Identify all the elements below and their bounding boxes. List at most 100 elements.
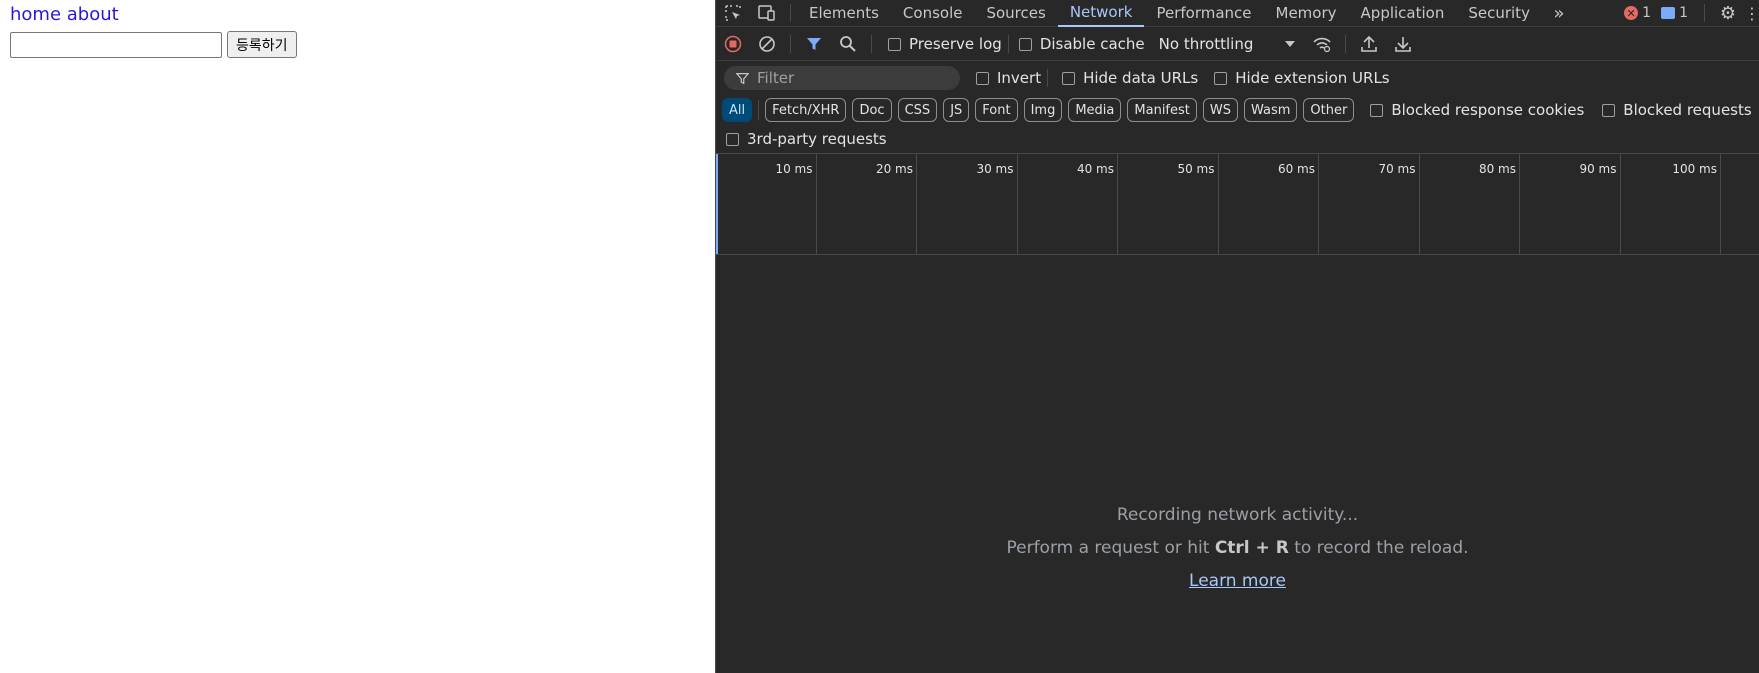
blocked-cookies-checkbox[interactable]: Blocked response cookies	[1370, 101, 1584, 119]
import-har-icon[interactable]	[1352, 28, 1386, 61]
tab-sources[interactable]: Sources	[974, 0, 1057, 27]
hide-extension-urls-label: Hide extension URLs	[1235, 69, 1390, 87]
tab-network[interactable]: Network	[1057, 0, 1145, 27]
inspect-element-icon[interactable]	[716, 0, 750, 27]
disable-cache-checkbox[interactable]: Disable cache	[1018, 35, 1145, 53]
register-input[interactable]	[10, 31, 222, 58]
timeline-tick: 100 ms	[716, 154, 1721, 254]
preserve-log-box[interactable]	[888, 37, 901, 51]
type-filter-js[interactable]: JS	[943, 98, 970, 122]
clear-icon[interactable]	[750, 28, 784, 61]
hide-data-urls-label: Hide data URLs	[1083, 69, 1199, 87]
reload-hint: Perform a request or hit Ctrl + R to rec…	[716, 538, 1759, 558]
hide-extension-urls-checkbox[interactable]: Hide extension URLs	[1214, 69, 1390, 87]
type-filter-css[interactable]: CSS	[897, 98, 938, 122]
disable-cache-box[interactable]	[1018, 37, 1032, 51]
error-count: 1	[1642, 5, 1652, 21]
blocked-cookies-box[interactable]	[1370, 103, 1384, 117]
hide-data-urls-box[interactable]	[1062, 71, 1076, 85]
export-har-icon[interactable]	[1386, 28, 1420, 61]
chevron-down-icon	[1285, 41, 1296, 47]
network-toolbar: Preserve log Disable cache No throttling	[716, 28, 1759, 61]
panel-tabs: Elements Console Sources Network Performance…	[797, 0, 1542, 27]
register-button[interactable]: 등록하기	[227, 31, 297, 58]
type-filter-all[interactable]: All	[722, 98, 753, 122]
reload-hint-after: to record the reload.	[1288, 538, 1469, 558]
type-filter-media[interactable]: Media	[1068, 98, 1122, 122]
devtools-panel: Elements Console Sources Network Performance…	[715, 0, 1759, 673]
type-filter-font[interactable]: Font	[975, 98, 1018, 122]
message-icon	[1661, 7, 1676, 19]
tabbar-divider	[790, 4, 791, 22]
blocked-cookies-label: Blocked response cookies	[1391, 101, 1585, 119]
resource-type-chips: All Fetch/XHR Doc CSS JS Font Img Media Manifest…	[716, 98, 1355, 122]
filter-bar: Filter Invert Hide data URLs Hide extens…	[716, 62, 1759, 94]
third-party-label: 3rd-party requests	[747, 130, 887, 148]
hide-data-urls-checkbox[interactable]: Hide data URLs	[1062, 69, 1198, 87]
invert-checkbox[interactable]: Invert	[976, 69, 1041, 87]
type-filter-doc[interactable]: Doc	[852, 98, 892, 122]
invert-label: Invert	[997, 69, 1042, 87]
empty-state: Recording network activity... Perform a …	[716, 505, 1759, 604]
search-icon[interactable]	[831, 28, 865, 61]
register-form: 등록하기	[10, 31, 297, 58]
devtools-tabbar: Elements Console Sources Network Performance…	[716, 0, 1759, 27]
tab-application[interactable]: Application	[1349, 0, 1457, 27]
type-filter-fetch-xhr[interactable]: Fetch/XHR	[765, 98, 847, 122]
message-count: 1	[1679, 5, 1688, 21]
page-nav: home about	[10, 4, 119, 25]
nav-home-link[interactable]: home	[10, 4, 61, 25]
web-page: home about 등록하기	[0, 0, 715, 673]
tabbar-divider-right	[1704, 4, 1705, 22]
toolbar-divider-2	[871, 35, 872, 53]
resource-type-bar: All Fetch/XHR Doc CSS JS Font Img Media Manifest…	[716, 95, 1759, 125]
learn-more-link[interactable]: Learn more	[1189, 571, 1286, 591]
invert-box[interactable]	[976, 71, 989, 85]
network-conditions-icon[interactable]	[1305, 28, 1339, 61]
hide-extension-urls-box[interactable]	[1214, 71, 1228, 85]
type-filter-ws[interactable]: WS	[1202, 98, 1238, 122]
type-filter-img[interactable]: Img	[1023, 98, 1063, 122]
type-divider	[758, 100, 760, 120]
blocked-requests-label: Blocked requests	[1623, 101, 1752, 119]
third-party-checkbox[interactable]: 3rd-party requests	[726, 130, 887, 148]
toolbar-divider	[790, 35, 791, 53]
filter-divider	[1047, 69, 1049, 87]
settings-gear-icon[interactable]: ⚙	[1711, 0, 1745, 27]
filter-input[interactable]: Filter	[724, 66, 960, 90]
tab-memory[interactable]: Memory	[1264, 0, 1349, 27]
third-party-box[interactable]	[726, 132, 739, 146]
error-badge[interactable]: ✕ 1	[1624, 5, 1651, 21]
throttling-select[interactable]: No throttling	[1159, 35, 1296, 53]
more-options-icon[interactable]: ⋮	[1744, 0, 1759, 27]
disable-cache-label: Disable cache	[1039, 35, 1145, 53]
type-filter-other[interactable]: Other	[1303, 98, 1355, 122]
blocked-requests-checkbox[interactable]: Blocked requests	[1602, 101, 1752, 119]
tab-console[interactable]: Console	[891, 0, 975, 27]
filter-icon	[736, 72, 749, 84]
timeline-tick-label: 100 ms	[1672, 162, 1717, 176]
preserve-log-label: Preserve log	[909, 35, 1002, 53]
filter-funnel-icon[interactable]	[797, 28, 831, 61]
reload-hint-before: Perform a request or hit	[1006, 538, 1215, 558]
message-badge[interactable]: 1	[1661, 5, 1688, 21]
nav-about-link[interactable]: about	[67, 4, 119, 25]
throttling-value: No throttling	[1158, 35, 1254, 53]
stop-recording-icon[interactable]	[716, 28, 750, 61]
tab-security[interactable]: Security	[1456, 0, 1542, 27]
tab-elements[interactable]: Elements	[797, 0, 891, 27]
more-tabs-icon[interactable]: »	[1542, 0, 1576, 27]
toolbar-divider-3	[1007, 35, 1009, 53]
recording-message: Recording network activity...	[1116, 505, 1359, 525]
toolbar-divider-4	[1345, 35, 1347, 53]
device-toolbar-icon[interactable]	[750, 0, 784, 27]
error-icon: ✕	[1624, 6, 1639, 20]
network-overview-timeline[interactable]: 10 ms 20 ms 30 ms 40 ms 50 ms 60 ms 70 ms 80 ms…	[716, 153, 1759, 255]
type-filter-manifest[interactable]: Manifest	[1127, 98, 1197, 122]
tab-performance[interactable]: Performance	[1144, 0, 1263, 27]
type-filter-wasm[interactable]: Wasm	[1243, 98, 1298, 122]
blocked-requests-box[interactable]	[1602, 103, 1616, 117]
filter-placeholder: Filter	[757, 69, 795, 87]
preserve-log-checkbox[interactable]: Preserve log	[888, 35, 1002, 53]
third-party-bar: 3rd-party requests	[716, 126, 1759, 152]
